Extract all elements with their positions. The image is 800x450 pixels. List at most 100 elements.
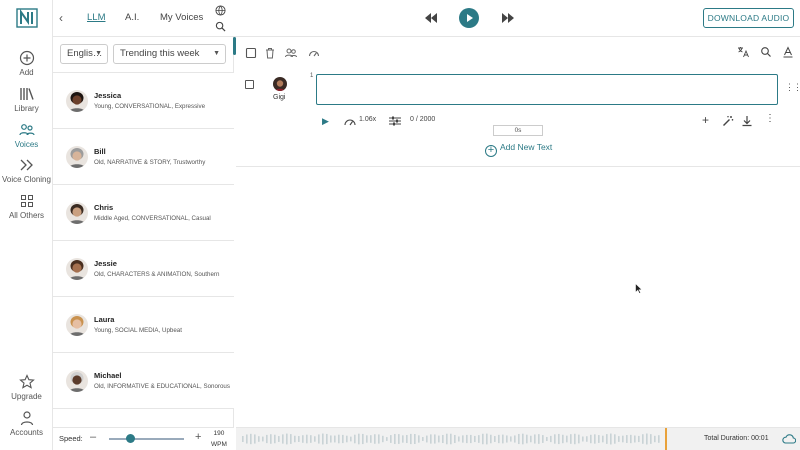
search-icon[interactable] [760, 46, 772, 58]
voice-name: Jessica [94, 91, 122, 100]
voice-card[interactable]: Michael Old, INFORMATIVE & EDUCATIONAL, S… [53, 353, 234, 409]
total-duration: Total Duration: 00:01 [704, 435, 769, 442]
rail-item-upgrade[interactable]: Upgrade [0, 374, 53, 401]
trash-icon[interactable] [264, 47, 276, 59]
speed-slider-track[interactable] [109, 438, 184, 440]
back-chevron-icon[interactable]: ‹ [59, 11, 63, 25]
voice-portrait-icon [66, 90, 88, 112]
rail-item-accounts[interactable]: Accounts [0, 410, 53, 437]
rail-item-add[interactable]: Add [0, 50, 53, 77]
voice-card[interactable]: Chris Middle Aged, CONVERSATIONAL, Casual [53, 185, 234, 241]
row-play-icon[interactable]: ▶ [322, 116, 329, 127]
rail-item-voices[interactable]: Voices [0, 122, 53, 149]
rail-label: Library [14, 104, 39, 113]
waveform-bar: Total Duration: 00:01 [236, 427, 800, 450]
voice-list: Jessica Young, CONVERSATIONAL, Expressive… [53, 72, 234, 427]
avatar [66, 202, 88, 224]
select-all-checkbox[interactable] [245, 47, 257, 59]
tab-ai[interactable]: A.I. [125, 12, 139, 23]
speed-gauge-icon[interactable] [344, 116, 356, 126]
editor-area: Gigi 1 ⋮⋮ ▶ 1.06x 0 / 2000 + ⋮ 0s + Add N… [236, 37, 800, 427]
voice-card[interactable]: Bill Old, NARRATIVE & STORY, Trustworthy [53, 129, 234, 185]
speed-gauge-icon[interactable] [308, 47, 320, 59]
speed-value: 190 WPM [211, 428, 227, 450]
voice-portrait-icon [66, 370, 88, 392]
rail-label: Voice Cloning [2, 175, 51, 184]
plus-circle-icon [19, 50, 34, 66]
rail-item-voice-cloning[interactable]: Voice Cloning [0, 157, 53, 184]
text-format-icon[interactable] [782, 46, 794, 58]
row-voice-avatar[interactable] [273, 77, 287, 91]
voices-swap-icon[interactable] [285, 47, 297, 59]
rail-item-all-others[interactable]: All Others [0, 193, 53, 220]
speed-increase-button[interactable]: + [195, 431, 201, 443]
star-icon [18, 374, 35, 389]
add-new-text-button[interactable]: + Add New Text [485, 142, 552, 157]
search-icon[interactable] [215, 21, 226, 32]
avatar [66, 370, 88, 392]
speed-slider-thumb[interactable] [126, 434, 135, 443]
chevron-down-icon: ▼ [213, 50, 220, 57]
speed-label: Speed: [59, 434, 83, 443]
download-audio-button[interactable]: DOWNLOAD AUDIO [703, 8, 794, 28]
cloud-icon[interactable] [782, 433, 796, 444]
brand-logo-icon[interactable] [16, 8, 38, 28]
avatar [66, 90, 88, 112]
language-select[interactable]: Englis… ▼ [60, 44, 108, 64]
grid-icon [20, 195, 33, 207]
tab-my-voices[interactable]: My Voices [160, 12, 203, 23]
drag-handle-icon[interactable]: ⋮⋮ [785, 82, 800, 93]
rail-label: All Others [8, 211, 45, 220]
row-voice-name[interactable]: Gigi [273, 94, 285, 101]
voice-name: Jessie [94, 259, 117, 268]
magic-wand-icon[interactable] [722, 115, 734, 127]
voice-description: Young, SOCIAL MEDIA, Upbeat [94, 327, 182, 334]
playhead[interactable] [665, 428, 667, 450]
voice-card[interactable]: Jessie Old, CHARACTERS & ANIMATION, South… [53, 241, 234, 297]
more-vertical-icon[interactable]: ⋮ [765, 113, 775, 124]
rail-label: Voices [14, 140, 39, 149]
avatar [66, 258, 88, 280]
rail-item-library[interactable]: Library [0, 86, 53, 113]
tab-llm[interactable]: LLM [87, 12, 105, 23]
audio-waveform[interactable] [242, 430, 662, 448]
speed-control: Speed: – + 190 WPM [53, 427, 234, 450]
row-speed-value[interactable]: 1.06x [359, 116, 376, 123]
voice-card[interactable]: Jessica Young, CONVERSATIONAL, Expressive [53, 73, 234, 129]
avatar [66, 314, 88, 336]
rail-label: Upgrade [11, 392, 42, 401]
text-input[interactable] [316, 74, 778, 105]
row-checkbox[interactable] [245, 80, 254, 89]
translate-icon[interactable] [737, 46, 749, 58]
row-number: 1 [310, 73, 314, 79]
voice-panel: Englis… ▼ Trending this week ▼ Jessica Yo… [53, 37, 234, 427]
voice-description: Old, INFORMATIVE & EDUCATIONAL, Sonorous [94, 383, 230, 390]
speed-number: 190 [213, 430, 225, 437]
voice-description: Young, CONVERSATIONAL, Expressive [94, 103, 206, 110]
voice-portrait-icon [66, 314, 88, 336]
play-button[interactable] [459, 8, 479, 28]
voice-name: Laura [94, 315, 115, 324]
speed-decrease-button[interactable]: – [90, 431, 96, 443]
voice-name: Michael [94, 371, 122, 380]
rail-label: Accounts [10, 428, 43, 437]
rewind-icon[interactable] [425, 13, 437, 23]
add-new-text-label: Add New Text [500, 142, 553, 152]
voice-portrait-icon [66, 202, 88, 224]
voice-clone-icon [20, 159, 33, 171]
download-icon[interactable] [741, 115, 753, 127]
voice-card[interactable]: Laura Young, SOCIAL MEDIA, Upbeat [53, 297, 234, 353]
left-rail: Add Library Voices Voice Cloning All Oth… [0, 0, 53, 450]
books-icon [19, 88, 34, 100]
add-icon[interactable]: + [702, 113, 709, 127]
settings-sliders-icon[interactable] [389, 116, 401, 126]
play-icon [467, 14, 473, 22]
voice-portrait-icon [66, 146, 88, 168]
plus-circle-icon: + [485, 145, 497, 157]
globe-icon[interactable] [215, 5, 226, 16]
top-bar: ‹ LLM A.I. My Voices DOWNLOAD AUDIO [53, 0, 800, 37]
voices-icon [18, 124, 35, 136]
fast-forward-icon[interactable] [502, 13, 514, 23]
sort-select[interactable]: Trending this week ▼ [113, 44, 226, 64]
voice-portrait-icon [66, 258, 88, 280]
